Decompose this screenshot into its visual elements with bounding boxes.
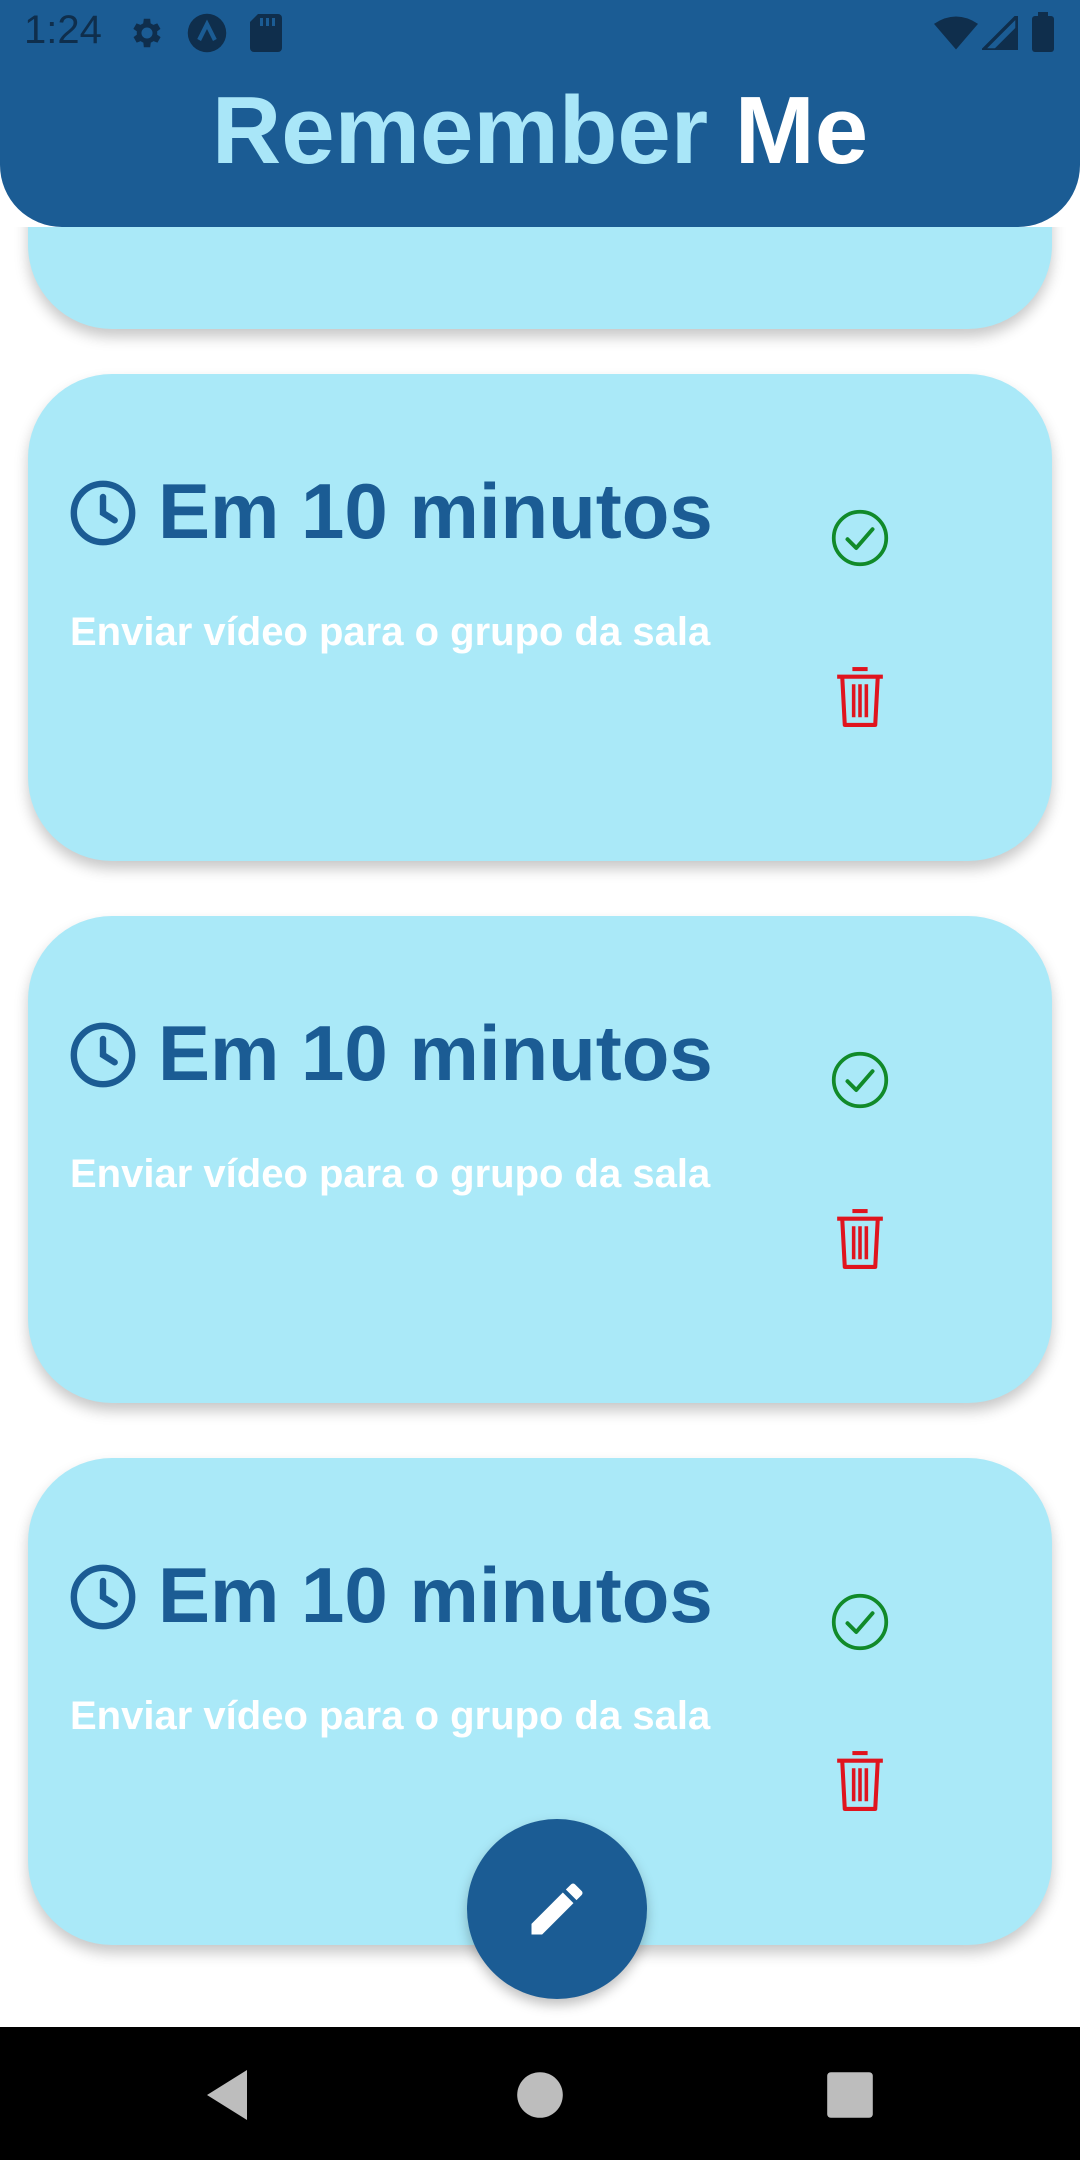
trash-icon[interactable] [834,1206,886,1272]
trash-icon[interactable] [834,1748,886,1814]
clock-icon [68,1562,138,1632]
battery-icon [1032,12,1054,57]
check-circle-icon[interactable] [830,1050,890,1110]
home-icon[interactable] [516,2071,572,2127]
reminder-text: Enviar vídeo para o grupo da sala [70,1152,711,1196]
reminder-list[interactable]: Em 10 minutos Enviar vídeo para o grupo … [0,227,1080,2027]
navigation-bar [0,2027,1080,2160]
reminder-text: Enviar vídeo para o grupo da sala [70,610,711,654]
pencil-icon [531,1883,583,1935]
reminder-title: Em 10 minutos [158,1551,713,1639]
app-logo-icon [186,12,228,59]
settings-icon [128,14,166,57]
back-icon[interactable] [202,2067,258,2123]
app-title-me: Me [734,77,869,184]
signal-icon [978,11,1019,55]
reminder-title: Em 10 minutos [158,467,713,555]
app-title: Remember Me [0,76,1080,186]
reminder-title: Em 10 minutos [158,1009,713,1097]
status-time: 1:24 [24,8,102,52]
reminder-text: Enviar vídeo para o grupo da sala [70,1694,711,1738]
reminder-card-partial [28,227,1052,329]
recents-icon[interactable] [826,2071,882,2127]
check-circle-icon[interactable] [830,1592,890,1652]
reminder-card: Em 10 minutos Enviar vídeo para o grupo … [28,374,1052,861]
sd-card-icon [250,14,282,57]
add-reminder-button[interactable] [467,1819,647,1999]
check-circle-icon[interactable] [830,508,890,568]
status-bar: 1:24 [0,0,1080,66]
reminder-card: Em 10 minutos Enviar vídeo para o grupo … [28,916,1052,1403]
clock-icon [68,1020,138,1090]
app-screen: 1:24 Remember Me Em 10 minutos Enviar ví… [0,0,1080,2160]
app-title-remember: Remember [211,77,709,184]
trash-icon[interactable] [834,664,886,730]
clock-icon [68,478,138,548]
app-header: 1:24 Remember Me [0,0,1080,227]
wifi-icon [934,16,978,55]
